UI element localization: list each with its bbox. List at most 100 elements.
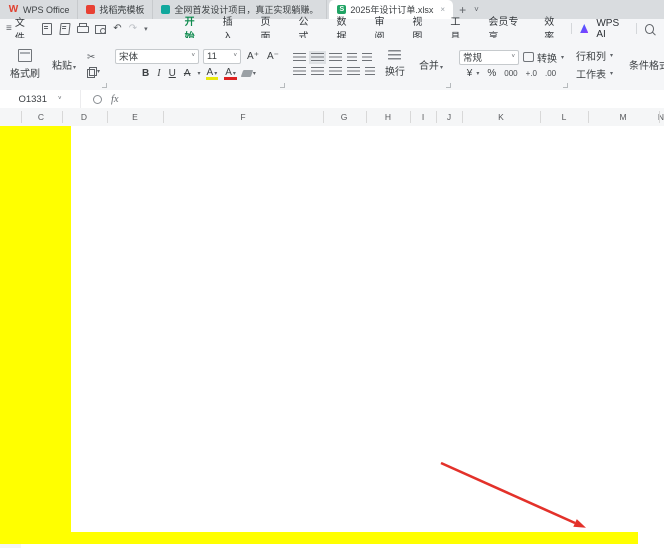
justify-icon[interactable]	[347, 67, 360, 76]
formula-search-icon[interactable]	[93, 95, 102, 104]
align-left-icon[interactable]	[293, 67, 306, 76]
wrap-text-icon	[388, 50, 401, 60]
wps-ai-button[interactable]: WPS AI	[596, 18, 627, 40]
decrease-decimal-button[interactable]: .00	[545, 69, 556, 78]
thousands-separator-button[interactable]: 000	[504, 69, 517, 78]
redo-icon[interactable]: ↷	[129, 23, 137, 34]
font-family-select[interactable]: 宋体˅	[115, 49, 199, 64]
dialog-launcher-icon[interactable]	[563, 83, 568, 88]
dialog-launcher-icon[interactable]	[446, 83, 451, 88]
formula-input[interactable]	[119, 90, 664, 108]
undo-icon[interactable]: ↶	[113, 23, 121, 34]
borders-button[interactable]: ▾	[197, 70, 201, 77]
fill-color-button[interactable]: A▾	[205, 67, 220, 80]
doc-icon	[161, 5, 170, 14]
column-header[interactable]: N	[649, 108, 664, 126]
export-pdf-icon[interactable]	[59, 23, 71, 34]
conditional-formatting-button[interactable]: 条件格式▾	[625, 56, 664, 73]
merge-cells-button[interactable]: 合并▾	[415, 56, 447, 73]
increase-indent-icon[interactable]	[362, 53, 372, 62]
percent-button[interactable]: %	[487, 68, 496, 79]
italic-button[interactable]: I	[155, 68, 162, 79]
document-tab-label: 找稻壳模板	[99, 3, 144, 16]
header-separator	[410, 111, 411, 123]
column-header[interactable]: L	[552, 108, 576, 126]
worksheet-button[interactable]: 工作表▾	[576, 66, 613, 81]
separator	[636, 23, 637, 34]
eraser-icon	[241, 70, 254, 77]
font-size-select[interactable]: 11˅	[203, 49, 241, 64]
header-separator	[366, 111, 367, 123]
convert-button[interactable]: 转换▾	[523, 50, 564, 65]
column-header[interactable]: K	[489, 108, 513, 126]
conditional-formatting-label: 条件格式▾	[629, 57, 664, 72]
name-box-value: O1331	[18, 94, 47, 105]
increase-decimal-button[interactable]: +.0	[526, 69, 537, 78]
format-painter-icon	[18, 49, 32, 62]
align-bottom-icon[interactable]	[329, 53, 342, 62]
header-separator	[588, 111, 589, 123]
column-header[interactable]: H	[376, 108, 400, 126]
column-header[interactable]: M	[611, 108, 635, 126]
column-header[interactable]: F	[231, 108, 255, 126]
highlight-row	[0, 532, 638, 544]
distribute-icon[interactable]	[365, 67, 375, 76]
highlight-column-m	[0, 126, 71, 532]
sheet-grid[interactable]: 130772'3724815221022.16子481308230.4'3728…	[0, 126, 664, 548]
align-middle-icon[interactable]	[311, 53, 324, 62]
styles-group: 条件格式▾	[619, 38, 664, 90]
column-header[interactable]: E	[123, 108, 147, 126]
name-box[interactable]: O1331 ˅	[0, 90, 81, 108]
insert-function-button[interactable]: fx	[111, 94, 119, 105]
column-headers: C D E F G HIJ K L MN	[0, 108, 664, 127]
column-header[interactable]: J	[437, 108, 461, 126]
header-separator	[107, 111, 108, 123]
number-format-value: 常规	[463, 50, 482, 64]
strikethrough-button[interactable]: A	[182, 68, 193, 79]
print-icon[interactable]	[77, 23, 88, 34]
paste-button[interactable]: 粘贴▾	[48, 56, 80, 73]
copy-icon	[87, 67, 96, 76]
number-group: 常规˅ 转换▾ ¥▾ % 000 +.0 .00	[453, 38, 570, 90]
print-preview-icon[interactable]	[95, 23, 106, 34]
bold-button[interactable]: B	[140, 68, 151, 79]
clear-button[interactable]: ▾	[242, 70, 256, 77]
column-header[interactable]: I	[411, 108, 435, 126]
dialog-launcher-icon[interactable]	[102, 83, 107, 88]
header-separator	[436, 111, 437, 123]
decrease-font-button[interactable]: A⁻	[265, 51, 281, 62]
name-box-caret-icon: ˅	[58, 96, 62, 102]
clipboard-group: 格式刷 粘贴▾ ✂ ▾	[0, 38, 109, 90]
align-center-icon[interactable]	[311, 67, 324, 76]
save-icon[interactable]	[41, 23, 52, 34]
column-header[interactable]: C	[29, 108, 53, 126]
docer-icon	[86, 5, 95, 14]
underline-button[interactable]: U	[167, 68, 178, 79]
font-family-value: 宋体	[119, 49, 138, 63]
cut-icon[interactable]: ✂	[87, 53, 100, 63]
row-header-strip	[0, 544, 21, 548]
increase-font-button[interactable]: A⁺	[245, 51, 261, 62]
align-top-icon[interactable]	[293, 53, 306, 62]
cells-group: 行和列▾ 工作表▾	[570, 38, 619, 90]
header-separator	[323, 111, 324, 123]
align-right-icon[interactable]	[329, 67, 342, 76]
font-color-button[interactable]: A▾	[223, 67, 238, 80]
annotation-arrow	[0, 126, 664, 548]
qat-more-icon[interactable]: ▾	[144, 25, 148, 33]
rows-columns-button[interactable]: 行和列▾	[576, 48, 613, 63]
format-painter-button[interactable]: 格式刷	[6, 48, 44, 81]
wrap-text-button[interactable]: 换行	[381, 49, 409, 79]
menubar-right: WPS AI	[571, 18, 664, 40]
number-format-select[interactable]: 常规˅	[459, 50, 519, 65]
copy-button[interactable]: ▾	[87, 67, 100, 76]
column-header[interactable]: D	[72, 108, 96, 126]
dialog-launcher-icon[interactable]	[280, 83, 285, 88]
column-header[interactable]: G	[332, 108, 356, 126]
currency-button[interactable]: ¥▾	[467, 68, 480, 79]
document-tab[interactable]: 找稻壳模板	[78, 0, 153, 19]
wrap-text-label: 换行	[385, 63, 405, 78]
decrease-indent-icon[interactable]	[347, 53, 357, 62]
search-icon[interactable]	[645, 24, 654, 34]
alignment-group: 换行 合并▾	[287, 38, 453, 90]
